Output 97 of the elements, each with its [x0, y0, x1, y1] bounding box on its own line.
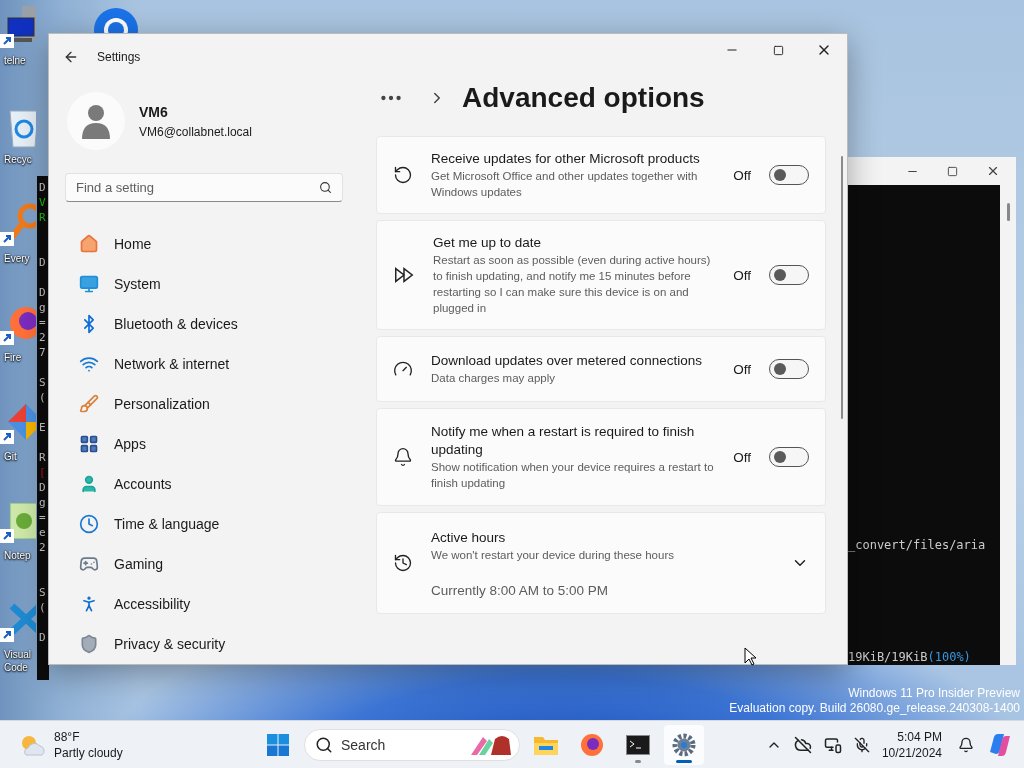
maximize-icon[interactable] — [947, 165, 958, 177]
console-text: R — [38, 210, 47, 225]
maximize-icon — [772, 44, 784, 56]
toggle-switch[interactable] — [769, 359, 809, 379]
nav-item[interactable]: System — [65, 264, 343, 304]
clock-icon — [78, 514, 100, 534]
wifi-icon — [78, 354, 100, 374]
console-text: 7 — [38, 345, 47, 360]
temperature-text: 88°F — [54, 728, 81, 745]
nav-item[interactable]: Gaming — [65, 544, 343, 584]
watermark-text: Windows 11 Pro Insider Preview — [847, 686, 1020, 701]
console-text: ( — [38, 600, 47, 615]
console-text: S — [38, 585, 47, 600]
setting-value: Currently 8:00 AM to 5:00 PM — [431, 582, 610, 598]
magnifier-icon[interactable] — [0, 202, 36, 248]
console-text: ( — [38, 390, 47, 405]
setting-description: Restart as soon as possible (even during active hours) to finish updating, and notify me 15 minutes before restarting so I can make sure this device is on and plugged in — [433, 253, 712, 316]
search-icon — [319, 181, 332, 194]
brush-icon — [78, 394, 100, 414]
nav-item[interactable]: Bluetooth & devices — [65, 304, 343, 344]
cloud-off-icon[interactable] — [793, 735, 812, 754]
computer-icon[interactable] — [0, 4, 36, 50]
console-text: V — [38, 195, 47, 210]
bell-icon — [393, 447, 413, 467]
setting-card[interactable]: Active hours We won't restart your device during these hours Currently 8:00 AM to 5:00 PM — [376, 512, 826, 614]
profile-email: VM6@collabnet.local — [139, 125, 252, 139]
console-text: D — [38, 180, 47, 195]
console-text: 2 — [38, 540, 47, 555]
setting-title: Notify me when a restart is required to finish updating — [431, 423, 696, 459]
bell-icon[interactable] — [958, 736, 974, 753]
console-text: D — [38, 630, 47, 645]
search-field[interactable]: Find a setting — [65, 173, 343, 202]
apps-grid-icon — [78, 434, 100, 454]
nav-item[interactable]: Accounts — [65, 464, 343, 504]
toggle-switch[interactable] — [769, 265, 809, 285]
console-text: e — [38, 525, 47, 540]
toggle-switch[interactable] — [769, 165, 809, 185]
clock[interactable]: 5:04 PM 10/21/2024 — [881, 728, 946, 761]
console-text: 2 — [38, 330, 47, 345]
search-icon — [315, 735, 333, 754]
nav-item[interactable]: Home — [65, 224, 343, 264]
toggle-state-label: Off — [733, 167, 751, 183]
close-icon[interactable] — [986, 164, 1000, 178]
console-text: _convert/files/aria — [848, 537, 987, 553]
toggle-state-label: Off — [733, 267, 751, 283]
browser-icon — [580, 732, 604, 757]
profile-name: VM6 — [139, 104, 169, 120]
setting-description: We won't restart your device during these hours — [431, 547, 675, 563]
windows-logo-icon — [267, 733, 289, 756]
toggle-state-label: Off — [733, 361, 751, 377]
home-icon — [78, 234, 100, 254]
taskbar-search[interactable]: Search — [304, 728, 520, 761]
console-text: [ — [38, 465, 47, 480]
console-text: g — [38, 300, 47, 315]
console-text: R — [38, 450, 47, 465]
console-text: E — [38, 420, 47, 435]
console-text: = — [38, 315, 47, 330]
nav-item[interactable]: Time & language — [65, 504, 343, 544]
console-text: S — [38, 375, 47, 390]
monitor-icon — [78, 274, 100, 294]
nav-item[interactable]: Accessibility — [65, 584, 343, 624]
clock-icon — [393, 553, 413, 573]
nav-item[interactable]: Apps — [65, 424, 343, 464]
toggle-state-label: Off — [733, 449, 751, 465]
setting-description: Get Microsoft Office and other updates together with Windows updates — [431, 169, 699, 200]
setting-description: Show notification when your device requires a restart to finish updating — [431, 460, 715, 491]
window-title: Settings — [97, 50, 141, 64]
refresh-icon — [393, 165, 413, 185]
gamepad-icon — [78, 554, 100, 574]
console-text: D — [38, 255, 47, 270]
monitor-icon[interactable] — [823, 735, 842, 754]
setting-description: Data charges may apply — [431, 371, 556, 386]
taskbar-app[interactable] — [664, 724, 704, 765]
notepad-icon[interactable] — [0, 499, 36, 545]
setting-title: Download updates over metered connections — [431, 352, 703, 370]
nav-item[interactable]: Personalization — [65, 384, 343, 424]
scrollbar-thumb[interactable] — [1006, 203, 1010, 221]
nav-item[interactable]: Network & internet — [65, 344, 343, 384]
nav-item[interactable]: Privacy & security — [65, 624, 343, 664]
scrollbar[interactable] — [841, 156, 843, 419]
console-text: 19KiB/19KiB(100%) — [848, 649, 972, 665]
toggle-switch[interactable] — [769, 447, 809, 467]
setting-title: Get me up to date — [433, 234, 543, 252]
weather-condition: Partly cloudy — [54, 744, 123, 761]
gear-icon — [672, 732, 696, 757]
console-text: D — [38, 285, 47, 300]
setting-title: Active hours — [431, 528, 507, 547]
terminal-icon — [626, 734, 650, 755]
mic-off-icon[interactable] — [853, 736, 870, 753]
console-text: D — [38, 480, 47, 495]
console-text: g — [38, 495, 47, 510]
back-icon[interactable] — [63, 49, 79, 65]
page-title: Advanced options — [462, 82, 705, 114]
console-text: = — [38, 510, 47, 525]
setting-title: Receive updates for other Microsoft products — [431, 150, 701, 168]
watermark-text: Evaluation copy. Build 26080.ge_release.240308-1400 — [729, 701, 1020, 716]
fast-forward-icon — [393, 264, 415, 286]
